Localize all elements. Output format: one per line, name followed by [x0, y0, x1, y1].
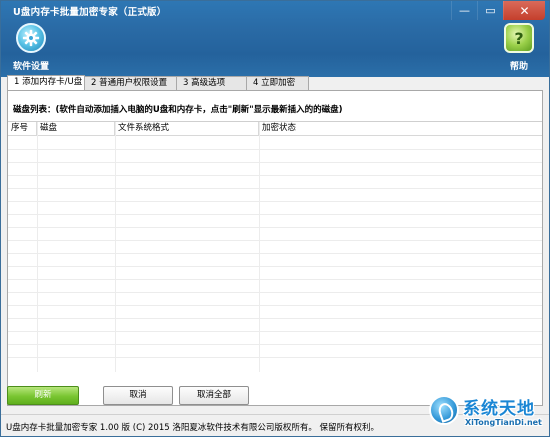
help-button[interactable]: ? 帮助 [497, 23, 541, 75]
window-title: U盘内存卡批量加密专家（正式版） [13, 7, 167, 18]
help-label: 帮助 [509, 62, 528, 72]
restore-button[interactable]: ▭ [477, 1, 503, 20]
column-header-filesystem[interactable]: 文件系统格式 [115, 122, 259, 135]
grid-row-line [8, 214, 542, 215]
close-button[interactable]: ✕ [503, 1, 545, 20]
column-header-index[interactable]: 序号 [8, 122, 37, 135]
tab-advanced-options[interactable]: 3 高级选项 [176, 76, 247, 91]
grid-row-line [8, 253, 542, 254]
column-header-disk[interactable]: 磁盘 [37, 122, 115, 135]
watermark-logo-icon [429, 395, 459, 425]
grid-divider [115, 122, 116, 372]
cancel-all-button[interactable]: 取消全部 [179, 386, 249, 405]
tab-add-disk[interactable]: 1 添加内存卡/U盘 [7, 75, 85, 91]
title-bar: U盘内存卡批量加密专家（正式版） — ▭ ✕ 软件设置 ? 帮助 [1, 1, 549, 77]
app-window: U盘内存卡批量加密专家（正式版） — ▭ ✕ 软件设置 ? 帮助 1 添加内存卡… [0, 0, 550, 437]
disk-list-caption: 磁盘列表：(软件自动添加插入电脑的U盘和内存卡，点击"刷新"显示最新插入的的磁盘… [13, 105, 343, 115]
tab-panel: 磁盘列表：(软件自动添加插入电脑的U盘和内存卡，点击"刷新"显示最新插入的的磁盘… [7, 90, 543, 406]
table-header: 序号 磁盘 文件系统格式 加密状态 [8, 122, 542, 136]
grid-row-line [8, 188, 542, 189]
refresh-button[interactable]: 刷新 [7, 386, 79, 405]
window-controls: — ▭ ✕ [451, 1, 545, 20]
tab-strip: 1 添加内存卡/U盘 2 普通用户权限设置 3 高级选项 4 立即加密 [7, 75, 309, 91]
settings-button[interactable]: 软件设置 [9, 23, 53, 75]
grid-row-line [8, 305, 542, 306]
grid-row-line [8, 149, 542, 150]
settings-label: 软件设置 [12, 62, 49, 72]
cancel-button[interactable]: 取消 [103, 386, 173, 405]
watermark-title: 系统天地 [463, 399, 535, 419]
grid-row-line [8, 318, 542, 319]
grid-divider [259, 122, 260, 372]
grid-divider [37, 122, 38, 372]
grid-row-line [8, 201, 542, 202]
grid-row-line [8, 331, 542, 332]
disk-list-table[interactable]: 序号 磁盘 文件系统格式 加密状态 [8, 121, 542, 372]
site-watermark: 系统天地 XiTongTianDi.net [429, 392, 547, 435]
grid-row-line [8, 240, 542, 241]
grid-row-line [8, 266, 542, 267]
column-header-encryption-status[interactable]: 加密状态 [259, 122, 542, 135]
tab-encrypt-now[interactable]: 4 立即加密 [246, 76, 309, 91]
question-icon: ? [504, 23, 534, 53]
grid-row-line [8, 279, 542, 280]
copyright-text: U盘内存卡批量加密专家 1.00 版 (C) 2015 洛阳夏冰软件技术有限公司… [6, 423, 380, 433]
minimize-button[interactable]: — [451, 1, 477, 20]
grid-row-line [8, 175, 542, 176]
grid-row-line [8, 227, 542, 228]
grid-row-line [8, 357, 542, 358]
watermark-url: XiTongTianDi.net [465, 418, 542, 427]
tab-user-permissions[interactable]: 2 普通用户权限设置 [84, 76, 177, 91]
grid-row-line [8, 162, 542, 163]
gear-icon [16, 23, 46, 53]
grid-row-line [8, 292, 542, 293]
grid-row-line [8, 344, 542, 345]
